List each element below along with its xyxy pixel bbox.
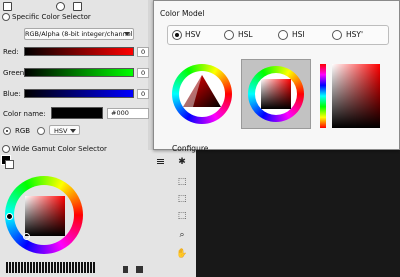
color-preview-swatch	[51, 107, 103, 119]
color-space-combo-label: RGB/Alpha (8-bit integer/channel)	[25, 30, 134, 38]
eye-icon[interactable]	[56, 2, 65, 11]
specific-selector-title: Specific Color Selector	[12, 13, 91, 21]
model-label-hsy: HSY'	[346, 30, 364, 39]
color-name-input[interactable]: #000	[107, 108, 149, 119]
blue-spinbox[interactable]: 0	[137, 89, 149, 99]
hsv-model-combo-label: HSV	[54, 127, 68, 135]
color-triangle	[183, 75, 221, 107]
hue-bar	[320, 64, 326, 128]
color-model-popup: Color Model HSV HSL HSI HSY' Configure..…	[153, 0, 400, 153]
color-space-combo[interactable]: RGB/Alpha (8-bit integer/channel)	[24, 28, 134, 40]
layout-option-wheel-square[interactable]	[241, 59, 311, 129]
magic-wand-icon[interactable]: ✱	[176, 156, 188, 168]
toolbox: ✱ ⬚ ⬚ ⬚ ⌕ ✋	[148, 150, 196, 277]
model-radio-hsi[interactable]	[278, 30, 288, 40]
model-label-hsi: HSI	[292, 30, 305, 39]
hsv-model-combo[interactable]: HSV	[49, 125, 80, 135]
docker-toggle-icon[interactable]	[2, 13, 10, 21]
hue-handle[interactable]	[6, 213, 13, 220]
model-radio-hsy[interactable]	[332, 30, 342, 40]
model-label-hsl: HSL	[238, 30, 253, 39]
blue-label: Blue:	[3, 90, 21, 98]
hsv-radio[interactable]	[37, 127, 45, 135]
layout-option-wheel-triangle[interactable]	[172, 64, 232, 124]
rgb-radio-label: RGB	[15, 127, 31, 135]
color-name-label: Color name:	[3, 110, 46, 118]
red-slider[interactable]	[24, 47, 134, 56]
green-slider[interactable]	[24, 68, 134, 77]
layer-icon[interactable]	[3, 2, 12, 11]
zoom-icon[interactable]: ⌕	[176, 229, 188, 241]
pan-hand-icon[interactable]: ✋	[176, 248, 188, 260]
docker-toggle-icon[interactable]	[2, 145, 10, 153]
contiguous-select-icon[interactable]: ⬚	[176, 176, 188, 188]
wide-gamut-title: Wide Gamut Color Selector	[12, 145, 107, 153]
popup-title: Color Model	[160, 9, 205, 18]
model-radio-hsv[interactable]	[172, 30, 182, 40]
tag-icon[interactable]	[123, 266, 128, 273]
color-docker: Specific Color Selector RGB/Alpha (8-bit…	[0, 0, 149, 277]
chevron-down-icon	[124, 32, 130, 36]
color-history-bar[interactable]	[6, 262, 96, 273]
model-label-hsv: HSV	[185, 30, 201, 39]
hamburger-menu-icon[interactable]	[157, 159, 164, 160]
model-radio-hsl[interactable]	[224, 30, 234, 40]
rgb-radio[interactable]	[3, 127, 11, 135]
canvas-area[interactable]	[196, 150, 400, 277]
green-spinbox[interactable]: 0	[137, 68, 149, 78]
chevron-down-icon	[70, 129, 76, 133]
red-label: Red:	[3, 48, 19, 56]
bezier-select-icon[interactable]: ⬚	[176, 210, 188, 222]
blue-slider[interactable]	[24, 89, 134, 98]
lock-icon[interactable]	[73, 2, 82, 11]
saturation-value-square[interactable]	[25, 196, 65, 236]
docker-top-strip	[0, 0, 148, 11]
background-color-swatch[interactable]	[5, 160, 14, 169]
saturation-value-square	[261, 79, 291, 109]
sv-handle[interactable]	[23, 233, 30, 240]
color-model-group: HSV HSL HSI HSY'	[167, 25, 389, 45]
configure-button[interactable]: Configure...	[172, 144, 216, 153]
saturation-value-square	[332, 64, 380, 128]
similar-select-icon[interactable]: ⬚	[176, 193, 188, 205]
red-spinbox[interactable]: 0	[137, 47, 149, 57]
layout-option-bar-square[interactable]	[320, 64, 380, 128]
delete-icon[interactable]	[136, 266, 143, 273]
